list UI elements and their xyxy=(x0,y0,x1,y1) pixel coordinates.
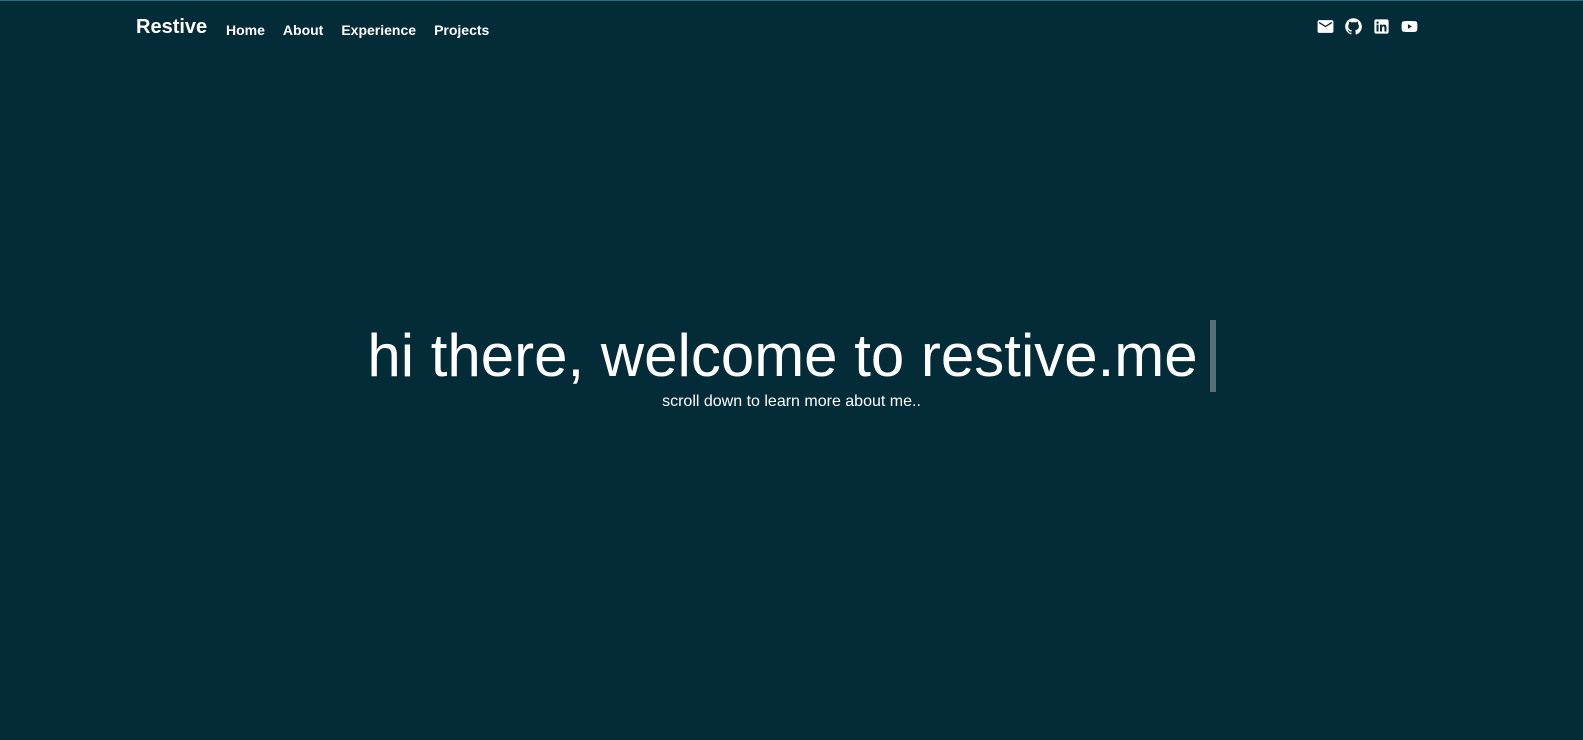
nav-link-projects[interactable]: Projects xyxy=(434,21,489,39)
typing-caret xyxy=(1209,320,1216,392)
mail-icon[interactable] xyxy=(1316,17,1335,36)
nav-link-experience[interactable]: Experience xyxy=(341,21,416,39)
navbar: Restive Home About Experience Projects xyxy=(0,0,1583,58)
nav-link-about[interactable]: About xyxy=(283,21,323,39)
hero-section: hi there, welcome to restive.me xyxy=(0,320,1583,392)
hero-title: hi there, welcome to restive.me xyxy=(367,322,1198,389)
github-icon[interactable] xyxy=(1344,17,1363,36)
hero-subtitle: scroll down to learn more about me.. xyxy=(662,393,921,410)
nav-link-home[interactable]: Home xyxy=(226,21,265,39)
youtube-icon[interactable] xyxy=(1400,17,1419,36)
social-links xyxy=(1316,17,1419,36)
nav-links: Home About Experience Projects xyxy=(226,21,489,39)
linkedin-icon[interactable] xyxy=(1372,17,1391,36)
hero-headline: hi there, welcome to restive.me xyxy=(367,320,1216,392)
brand-logo-link[interactable]: Restive xyxy=(136,16,207,39)
